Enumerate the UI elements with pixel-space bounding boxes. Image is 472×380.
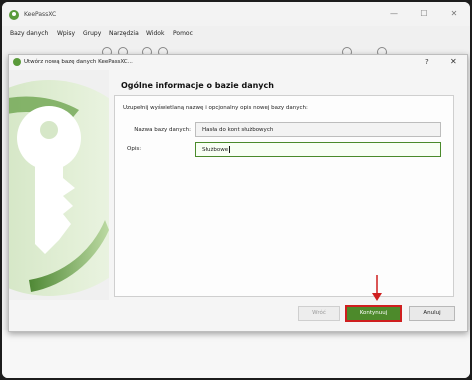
database-name-input[interactable]: Hasła do kont służbowych <box>195 122 441 137</box>
keepassxc-logo-icon <box>13 58 21 66</box>
instructions-text: Uzupełnij wyświetlaną nazwę i opcjonalny… <box>123 105 308 111</box>
minimize-button[interactable]: — <box>386 8 402 20</box>
new-database-dialog: Utwórz nową bazę danych KeePassXC... ? ✕ <box>8 54 468 332</box>
database-name-label: Nazwa bazy danych: <box>134 127 191 133</box>
description-label: Opis: <box>127 146 142 152</box>
menu-groups[interactable]: Grupy <box>83 30 101 37</box>
cancel-button[interactable]: Anuluj <box>409 306 455 321</box>
database-name-value: Hasła do kont służbowych <box>202 127 274 133</box>
description-value: Służbowe <box>202 147 229 153</box>
menu-databases[interactable]: Bazy danych <box>10 30 48 37</box>
red-arrow-icon <box>372 275 382 301</box>
general-info-panel: Uzupełnij wyświetlaną nazwę i opcjonalny… <box>114 95 454 297</box>
dialog-title: Utwórz nową bazę danych KeePassXC... <box>24 59 133 65</box>
close-dialog-button[interactable]: ✕ <box>450 57 457 66</box>
dialog-titlebar: Utwórz nową bazę danych KeePassXC... ? ✕ <box>9 55 467 70</box>
app-background-area <box>2 330 470 378</box>
key-logo-icon <box>9 70 109 300</box>
description-input[interactable]: Służbowe <box>195 142 441 157</box>
menubar: Bazy danych Wpisy Grupy Narzędzia Widok … <box>2 26 470 42</box>
continue-button[interactable]: Kontynuuj <box>345 305 402 322</box>
app-titlebar: KeePassXC — ☐ ✕ <box>2 2 470 26</box>
menu-entries[interactable]: Wpisy <box>57 30 75 37</box>
page-heading: Ogólne informacje o bazie danych <box>121 81 274 90</box>
menu-tools[interactable]: Narzędzia <box>109 30 139 37</box>
menu-view[interactable]: Widok <box>146 30 164 37</box>
app-title: KeePassXC <box>24 11 57 18</box>
menu-help[interactable]: Pomoc <box>173 30 193 37</box>
maximize-button[interactable]: ☐ <box>416 8 432 20</box>
app-window: KeePassXC — ☐ ✕ Bazy danych Wpisy Grupy … <box>2 2 470 378</box>
help-button[interactable]: ? <box>425 58 429 66</box>
close-window-button[interactable]: ✕ <box>446 8 462 20</box>
keepassxc-logo-icon <box>9 10 19 20</box>
text-caret <box>229 146 230 153</box>
back-button[interactable]: Wróć <box>298 306 340 321</box>
